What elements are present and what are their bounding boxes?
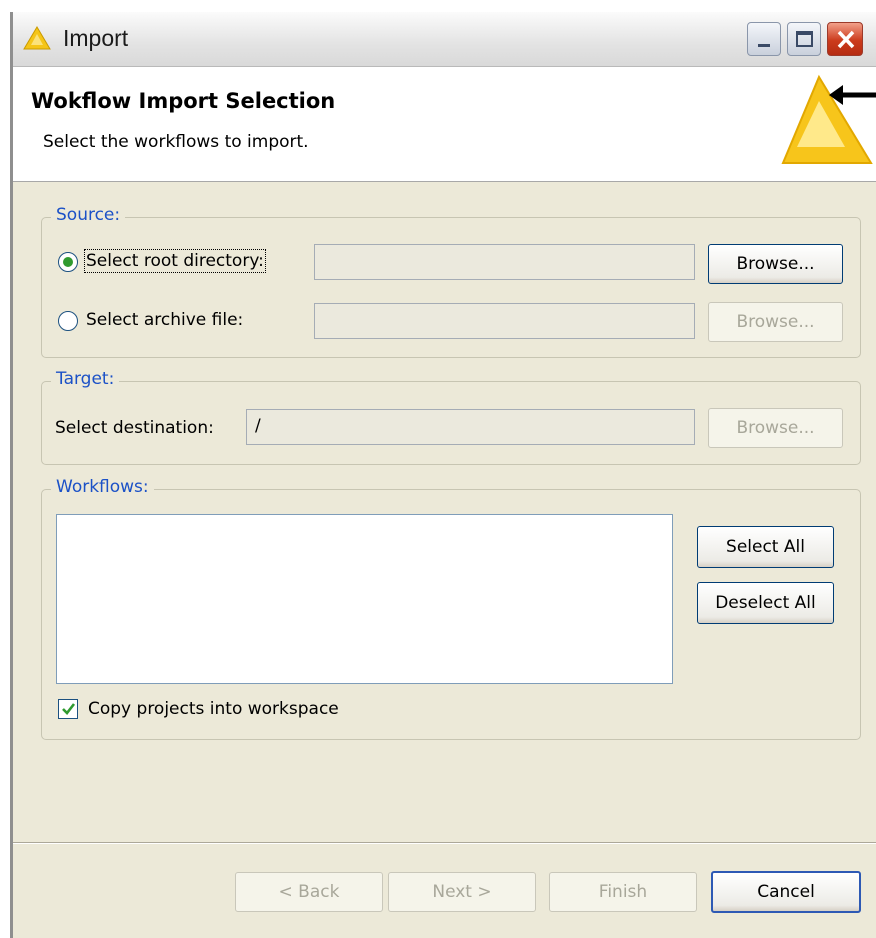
minimize-button[interactable] [747,22,781,56]
target-legend: Target: [51,369,120,389]
page-description: Select the workflows to import. [43,132,309,152]
title-bar[interactable]: Import [13,12,876,67]
maximize-icon [796,31,813,47]
close-icon [837,30,855,49]
finish-button[interactable]: Finish [549,872,697,912]
target-group: Target: Select destination: / Browse... [41,369,861,465]
back-button[interactable]: < Back [235,872,383,912]
destination-browse-button[interactable]: Browse... [708,408,843,448]
root-directory-field[interactable] [314,244,695,280]
import-wizard-icon [779,71,876,171]
footer-separator [13,842,876,844]
close-button[interactable] [827,22,863,56]
next-button[interactable]: Next > [388,872,536,912]
copy-projects-label[interactable]: Copy projects into workspace [88,699,339,719]
workflows-tree[interactable] [56,514,673,684]
destination-field[interactable]: / [246,409,695,445]
copy-projects-checkbox[interactable] [58,699,78,719]
wizard-banner: Wokflow Import Selection Select the work… [13,67,876,182]
destination-label: Select destination: [55,418,214,438]
deselect-all-button[interactable]: Deselect All [697,582,834,624]
source-legend: Source: [51,205,126,225]
window-title: Import [63,25,129,51]
source-group: Source: Select root directory: Browse...… [41,205,861,358]
root-directory-label[interactable]: Select root directory: [84,249,266,273]
maximize-button[interactable] [787,22,821,56]
archive-browse-button[interactable]: Browse... [708,302,843,342]
root-directory-radio[interactable] [58,252,78,272]
archive-file-field[interactable] [314,303,695,339]
archive-file-label[interactable]: Select archive file: [86,310,243,330]
minimize-icon [758,44,770,47]
root-browse-button[interactable]: Browse... [708,244,843,284]
workflows-legend: Workflows: [51,477,154,497]
checkmark-icon [62,703,76,715]
import-dialog: Import Wokflow Import Selection Select t… [10,12,876,938]
page-title: Wokflow Import Selection [31,89,336,113]
select-all-button[interactable]: Select All [697,526,834,568]
workflows-group: Workflows: Select All Deselect All Copy … [41,477,861,740]
cancel-button[interactable]: Cancel [711,871,861,913]
archive-file-radio[interactable] [58,311,78,331]
import-app-icon [23,25,51,51]
